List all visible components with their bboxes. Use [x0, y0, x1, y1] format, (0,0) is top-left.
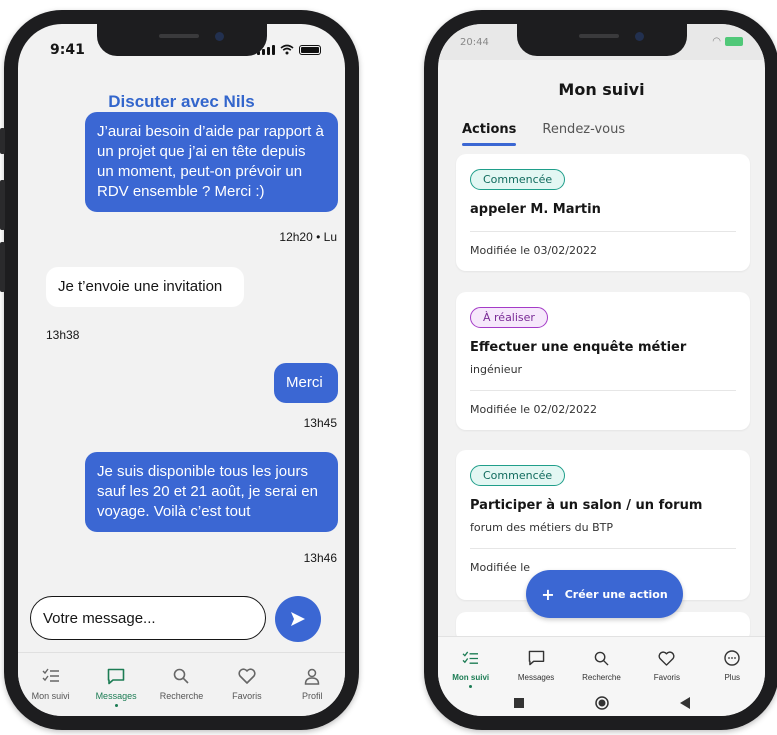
tab-label: Favoris	[653, 673, 680, 682]
back-icon[interactable]	[679, 697, 690, 709]
action-subtitle: forum des métiers du BTP	[470, 521, 614, 534]
create-action-button[interactable]: + Créer une action	[526, 570, 683, 618]
action-title: Effectuer une enquête métier	[470, 340, 687, 355]
wifi-icon: ◠	[712, 36, 721, 47]
tab-label: Favoris	[232, 691, 262, 701]
message-input-placeholder: Votre message...	[43, 609, 156, 627]
message-incoming: Je t’envoie une invitation	[46, 267, 244, 307]
tab-favoris[interactable]: Favoris	[637, 647, 697, 688]
action-subtitle: ingénieur	[470, 363, 523, 376]
message-outgoing: J’aurai besoin d’aide par rapport à un p…	[85, 112, 338, 212]
tab-profil[interactable]: Profil	[282, 665, 342, 716]
tab-messages[interactable]: Messages	[86, 665, 146, 716]
tab-label: Plus	[724, 673, 741, 682]
status-time: 20:44	[460, 37, 489, 48]
chat-screen: 9:41 Discuter avec Nils J’aurai besoin d…	[18, 24, 345, 716]
page-title: Mon suivi	[558, 80, 645, 99]
phone-right: 20:44 ◠ Mon suivi Actions Rendez-vous Co…	[424, 10, 777, 730]
tab-recherche[interactable]: Recherche	[151, 665, 211, 716]
message-meta: 13h45	[303, 416, 337, 430]
search-icon	[594, 651, 609, 666]
tab-messages[interactable]: Messages	[506, 647, 566, 688]
tab-mon-suivi[interactable]: Mon suivi	[21, 665, 81, 716]
message-meta: 13h46	[303, 551, 337, 565]
send-button[interactable]	[275, 596, 321, 642]
tab-plus[interactable]: Plus	[702, 647, 762, 688]
message-input[interactable]: Votre message...	[30, 596, 266, 640]
chat-icon	[528, 650, 544, 666]
heart-icon	[238, 668, 256, 684]
status-badge: Commencée	[470, 465, 566, 486]
tab-favoris[interactable]: Favoris	[217, 665, 277, 716]
tab-label: Mon suivi	[31, 691, 70, 701]
action-card[interactable]: Commencée appeler M. Martin Modifiée le …	[456, 154, 750, 271]
status-badge: À réaliser	[470, 307, 548, 328]
recents-icon[interactable]	[513, 698, 524, 708]
checklist-icon	[42, 668, 59, 682]
action-title: appeler M. Martin	[470, 202, 601, 217]
message-meta: 13h38	[46, 328, 80, 342]
heart-icon	[658, 650, 675, 666]
send-icon	[291, 612, 305, 626]
chat-icon	[107, 668, 125, 684]
action-title: Participer à un salon / un forum	[470, 498, 703, 513]
tab-rendez-vous[interactable]: Rendez-vous	[542, 122, 625, 137]
tab-label: Mon suivi	[452, 673, 490, 682]
search-icon	[174, 668, 190, 684]
segment-tabs: Actions Rendez-vous	[462, 122, 625, 146]
bottom-navigation: Mon suivi Messages Recherche Favoris Pro…	[18, 652, 345, 716]
checklist-icon	[462, 651, 479, 664]
create-action-label: Créer une action	[564, 587, 668, 601]
chat-title: Discuter avec Nils	[108, 92, 255, 111]
plus-icon: +	[541, 584, 555, 604]
tab-actions[interactable]: Actions	[462, 122, 517, 146]
message-outgoing: Merci	[274, 363, 338, 403]
status-time: 9:41	[50, 42, 85, 58]
tab-label: Profil	[301, 691, 323, 701]
action-date: Modifiée le 02/02/2022	[470, 403, 597, 416]
phone-left: 9:41 Discuter avec Nils J’aurai besoin d…	[0, 10, 359, 730]
home-icon[interactable]	[594, 696, 609, 710]
tab-label: Recherche	[159, 691, 204, 701]
wifi-icon	[280, 44, 294, 55]
bottom-navigation: Mon suivi Messages Recherche Favoris Plu…	[438, 636, 765, 688]
action-date: Modifiée le 03/02/2022	[470, 244, 597, 257]
tab-label: Messages	[517, 673, 555, 682]
message-outgoing: Je suis disponible tous les jours sauf l…	[85, 452, 338, 532]
suivi-screen: 20:44 ◠ Mon suivi Actions Rendez-vous Co…	[438, 24, 765, 716]
tab-recherche[interactable]: Recherche	[571, 647, 631, 688]
battery-icon	[725, 37, 743, 46]
tab-label: Recherche	[582, 673, 621, 682]
user-icon	[304, 668, 320, 685]
battery-icon	[299, 45, 321, 55]
tab-label: Messages	[95, 691, 137, 701]
status-badge: Commencée	[470, 169, 566, 190]
message-meta: 12h20 • Lu	[279, 230, 337, 244]
action-card[interactable]: À réaliser Effectuer une enquête métier …	[456, 292, 750, 430]
more-icon	[724, 650, 740, 666]
tab-mon-suivi[interactable]: Mon suivi	[441, 647, 501, 688]
android-nav-bar	[438, 688, 765, 716]
